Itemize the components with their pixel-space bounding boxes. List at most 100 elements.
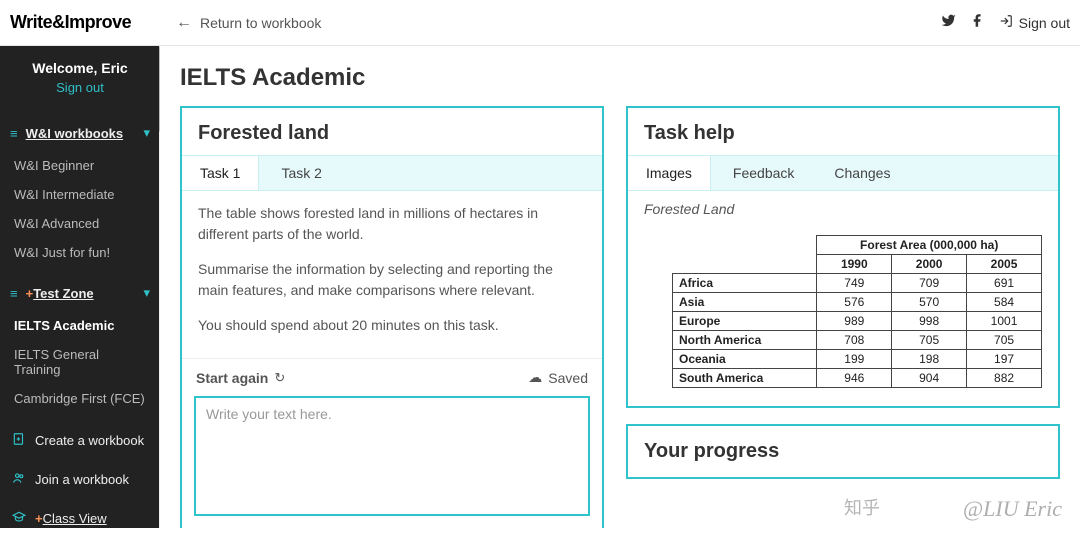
cell: 705 xyxy=(892,331,967,350)
help-body: Forested Land Forest Area (000,000 ha) 1… xyxy=(628,191,1058,406)
sidebar-section-testzone[interactable]: ≡ + Test Zone ▾ xyxy=(0,275,160,311)
signout-icon xyxy=(999,14,1013,31)
task-panel-title: Forested land xyxy=(182,108,602,155)
row-header: Africa xyxy=(673,274,817,293)
signout-top[interactable]: Sign out xyxy=(999,14,1070,31)
tab-task2[interactable]: Task 2 xyxy=(263,156,339,190)
start-again-label: Start again xyxy=(196,370,268,386)
cell: 882 xyxy=(967,369,1042,388)
editor-toolbar: Start again ↻ ☁ Saved xyxy=(182,358,602,392)
section-label: Test Zone xyxy=(33,286,93,301)
table-title: Forest Area (000,000 ha) xyxy=(817,236,1042,255)
tab-changes[interactable]: Changes xyxy=(816,156,908,190)
reset-icon[interactable]: ↻ xyxy=(274,370,285,386)
task-help-panel: Task help Images Feedback Changes Forest… xyxy=(626,106,1060,408)
saved-indicator: ☁ Saved xyxy=(528,369,588,386)
facebook-icon[interactable] xyxy=(970,13,985,32)
cell: 709 xyxy=(892,274,967,293)
sidebar-welcome: Welcome, Eric Sign out xyxy=(0,46,160,107)
sidebar-item-justforfun[interactable]: W&I Just for fun! xyxy=(0,238,160,267)
column-right: Task help Images Feedback Changes Forest… xyxy=(626,106,1060,528)
twitter-icon[interactable] xyxy=(941,13,956,32)
cell: 989 xyxy=(817,312,892,331)
link-label: Join a workbook xyxy=(35,472,129,487)
task-body: The table shows forested land in million… xyxy=(182,191,602,358)
cell: 998 xyxy=(892,312,967,331)
cell: 691 xyxy=(967,274,1042,293)
sidebar-join-workbook[interactable]: Join a workbook xyxy=(0,460,160,499)
cell: 708 xyxy=(817,331,892,350)
welcome-text: Welcome, Eric xyxy=(0,60,160,76)
return-to-workbook-link[interactable]: ← Return to workbook xyxy=(176,14,321,32)
brand-text: Write&Improve xyxy=(10,12,131,33)
sidebar-signout-link[interactable]: Sign out xyxy=(0,80,160,95)
sidebar-item-ielts-academic[interactable]: IELTS Academic xyxy=(0,311,160,340)
topbar-right: Sign out xyxy=(941,13,1070,32)
cell: 946 xyxy=(817,369,892,388)
task-paragraph: The table shows forested land in million… xyxy=(198,203,586,245)
writing-editor[interactable]: Write your text here. xyxy=(194,396,590,516)
cell: 584 xyxy=(967,293,1042,312)
cell: 570 xyxy=(892,293,967,312)
forest-table: Forest Area (000,000 ha) 1990 2000 2005 … xyxy=(672,235,1042,388)
caret-down-icon: ▾ xyxy=(143,125,150,141)
col-header: 1990 xyxy=(817,255,892,274)
cell: 576 xyxy=(817,293,892,312)
topbar: Write&Improve ← Return to workbook Sign … xyxy=(0,0,1080,46)
cell: 749 xyxy=(817,274,892,293)
help-tabs: Images Feedback Changes xyxy=(628,155,1058,191)
table-row: Asia576570584 xyxy=(673,293,1042,312)
row-header: North America xyxy=(673,331,817,350)
table-row: Oceania199198197 xyxy=(673,350,1042,369)
tab-feedback[interactable]: Feedback xyxy=(715,156,812,190)
caret-down-icon: ▾ xyxy=(143,285,150,301)
columns: Forested land Task 1 Task 2 The table sh… xyxy=(180,106,1060,528)
saved-label: Saved xyxy=(548,370,588,386)
content-shell: Welcome, Eric Sign out ≡ W&I workbooks ▾… xyxy=(0,46,1080,528)
cell: 197 xyxy=(967,350,1042,369)
row-header: Asia xyxy=(673,293,817,312)
main-area: IELTS Academic Forested land Task 1 Task… xyxy=(160,46,1080,528)
cell: 199 xyxy=(817,350,892,369)
task-panel: Forested land Task 1 Task 2 The table sh… xyxy=(180,106,604,528)
sidebar-item-ielts-general[interactable]: IELTS General Training xyxy=(0,340,160,384)
sidebar-item-cambridge-fce[interactable]: Cambridge First (FCE) xyxy=(0,384,160,413)
help-caption: Forested Land xyxy=(644,201,1042,217)
list-icon: ≡ xyxy=(10,126,18,141)
help-panel-title: Task help xyxy=(628,108,1058,155)
table-row: South America946904882 xyxy=(673,369,1042,388)
sidebar-item-intermediate[interactable]: W&I Intermediate xyxy=(0,180,160,209)
row-header: South America xyxy=(673,369,817,388)
tab-images[interactable]: Images xyxy=(628,156,711,190)
tab-task1[interactable]: Task 1 xyxy=(182,156,259,190)
task-paragraph: Summarise the information by selecting a… xyxy=(198,259,586,301)
col-header: 2005 xyxy=(967,255,1042,274)
plus-icon: + xyxy=(35,511,43,526)
task-tabs: Task 1 Task 2 xyxy=(182,155,602,191)
table-row: North America708705705 xyxy=(673,331,1042,350)
people-icon xyxy=(12,471,26,488)
link-label: Create a workbook xyxy=(35,433,144,448)
list-icon: ≡ xyxy=(10,286,18,301)
arrow-left-icon: ← xyxy=(176,14,192,32)
sidebar-create-workbook[interactable]: Create a workbook xyxy=(0,421,160,460)
sidebar-item-beginner[interactable]: W&I Beginner xyxy=(0,151,160,180)
col-header: 2000 xyxy=(892,255,967,274)
cell: 198 xyxy=(892,350,967,369)
sidebar-item-advanced[interactable]: W&I Advanced xyxy=(0,209,160,238)
row-header: Oceania xyxy=(673,350,817,369)
task-paragraph: You should spend about 20 minutes on thi… xyxy=(198,315,586,336)
section-label: W&I workbooks xyxy=(26,126,124,141)
sidebar: Welcome, Eric Sign out ≡ W&I workbooks ▾… xyxy=(0,46,160,528)
progress-panel: Your progress xyxy=(626,424,1060,479)
signout-label: Sign out xyxy=(1019,15,1070,31)
cloud-icon: ☁ xyxy=(528,369,542,386)
sidebar-section-workbooks[interactable]: ≡ W&I workbooks ▾ xyxy=(0,115,160,151)
cell: 1001 xyxy=(967,312,1042,331)
cell: 904 xyxy=(892,369,967,388)
logo: Write&Improve xyxy=(0,12,160,33)
link-label: Class View xyxy=(43,511,107,526)
return-label: Return to workbook xyxy=(200,15,321,31)
row-header: Europe xyxy=(673,312,817,331)
sidebar-class-view[interactable]: + Class View xyxy=(0,499,160,538)
